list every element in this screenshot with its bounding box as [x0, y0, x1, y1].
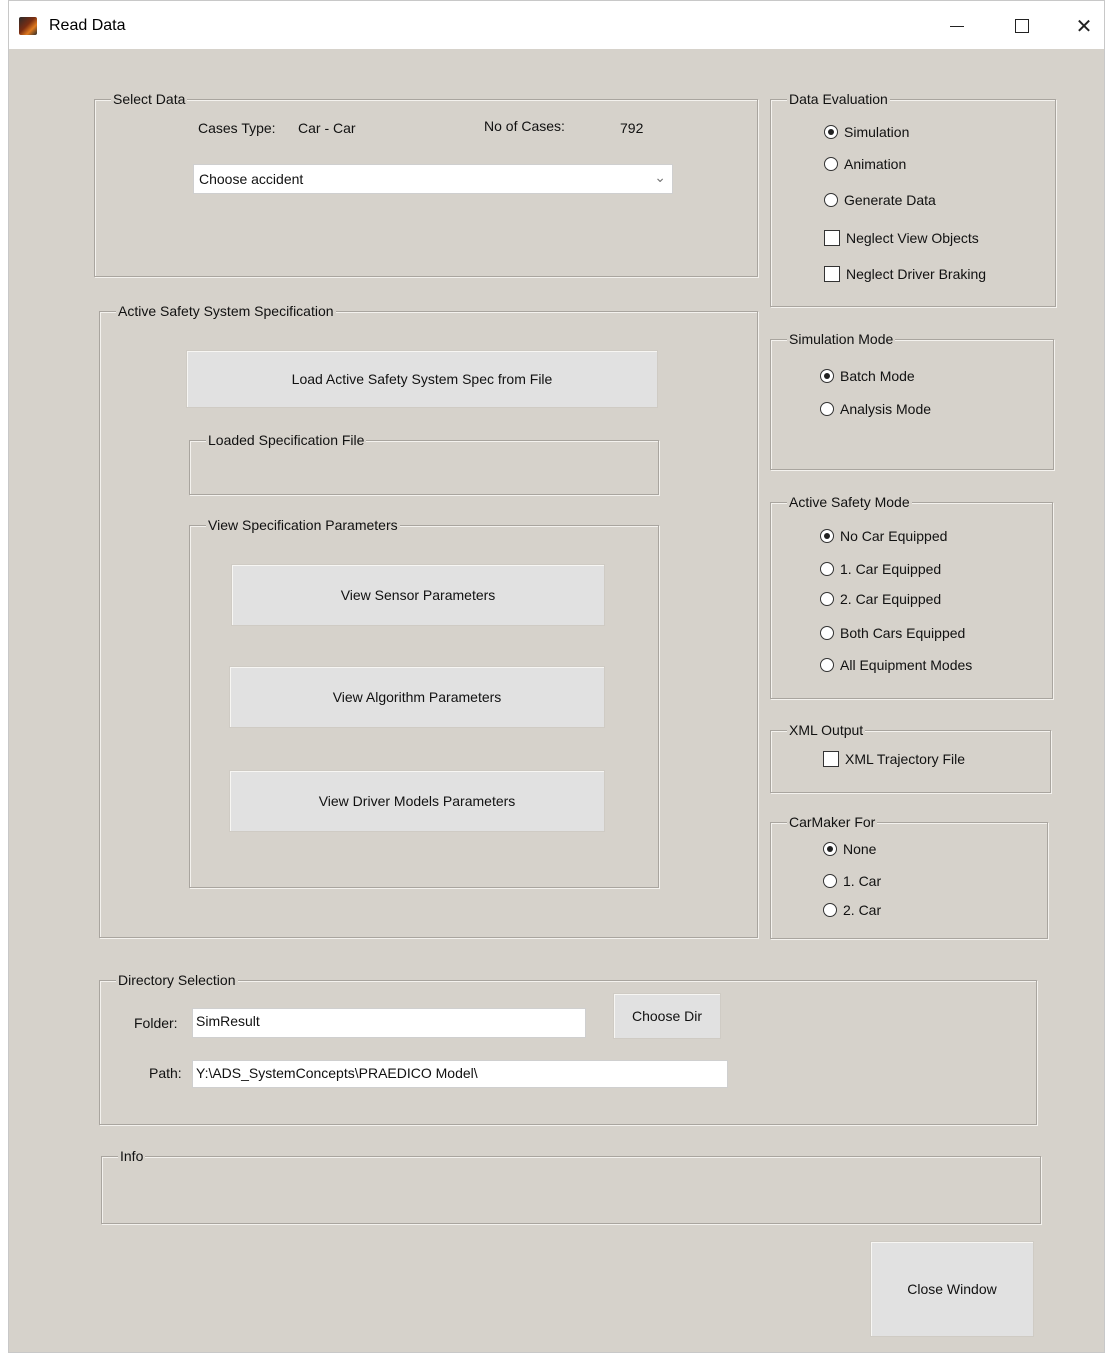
view-driver-params-button[interactable]: View Driver Models Parameters: [229, 770, 605, 832]
path-label: Path:: [149, 1065, 182, 1081]
checkbox-xml-trajectory-file-box[interactable]: [823, 751, 839, 767]
radio-2-car-equipped-label: 2. Car Equipped: [840, 591, 942, 607]
path-input[interactable]: Y:\ADS_SystemConcepts\PRAEDICO Model\: [192, 1060, 728, 1088]
close-window-action-button[interactable]: Close Window: [870, 1241, 1034, 1337]
radio-carmaker-none-dot[interactable]: [823, 842, 837, 856]
xml-output-legend: XML Output: [787, 721, 866, 739]
radio-batch-mode-label: Batch Mode: [840, 368, 915, 384]
active-safety-spec-legend: Active Safety System Specification: [116, 302, 336, 320]
radio-carmaker-1-car-label: 1. Car: [843, 873, 882, 889]
chevron-down-icon: ⌄: [654, 169, 666, 185]
radio-animation[interactable]: Animation: [824, 154, 906, 174]
radio-no-car-equipped-dot[interactable]: [820, 529, 834, 543]
radio-carmaker-2-car-dot[interactable]: [823, 903, 837, 917]
loaded-spec-file-panel: Loaded Specification File: [189, 431, 659, 495]
minimize-button[interactable]: [934, 9, 980, 43]
choose-dir-button[interactable]: Choose Dir: [613, 993, 721, 1039]
radio-animation-label: Animation: [844, 156, 907, 172]
active-safety-mode-panel: Active Safety Mode No Car Equipped 1. Ca…: [770, 493, 1053, 699]
radio-1-car-equipped-label: 1. Car Equipped: [840, 561, 942, 577]
active-safety-mode-legend: Active Safety Mode: [787, 493, 912, 511]
radio-all-equipment-modes[interactable]: All Equipment Modes: [820, 655, 972, 675]
simulation-mode-panel: Simulation Mode Batch Mode Analysis Mode: [770, 330, 1054, 470]
load-spec-button[interactable]: Load Active Safety System Spec from File: [186, 350, 658, 408]
radio-1-car-equipped-dot[interactable]: [820, 562, 834, 576]
radio-both-cars-equipped-label: Both Cars Equipped: [840, 625, 966, 641]
radio-both-cars-equipped-dot[interactable]: [820, 626, 834, 640]
radio-all-equipment-modes-label: All Equipment Modes: [840, 657, 973, 673]
select-data-panel: Select Data Cases Type: Car - Car No of …: [94, 90, 758, 277]
radio-simulation-dot[interactable]: [824, 125, 838, 139]
checkbox-neglect-driver-braking[interactable]: Neglect Driver Braking: [824, 264, 986, 284]
radio-carmaker-none-label: None: [843, 841, 877, 857]
read-data-window: Read Data ✕ Select Data Cases Type: Car …: [8, 0, 1105, 1353]
radio-both-cars-equipped[interactable]: Both Cars Equipped: [820, 623, 965, 643]
info-legend: Info: [118, 1147, 146, 1165]
radio-analysis-mode[interactable]: Analysis Mode: [820, 399, 931, 419]
radio-carmaker-2-car[interactable]: 2. Car: [823, 900, 881, 920]
radio-2-car-equipped-dot[interactable]: [820, 592, 834, 606]
radio-generate-data-dot[interactable]: [824, 193, 838, 207]
checkbox-neglect-view-objects-label: Neglect View Objects: [846, 230, 979, 246]
maximize-icon: [1015, 19, 1029, 33]
checkbox-xml-trajectory-file[interactable]: XML Trajectory File: [823, 749, 965, 769]
title-bar[interactable]: Read Data ✕: [9, 1, 1104, 49]
no-of-cases-label: No of Cases:: [484, 118, 565, 134]
checkbox-neglect-driver-braking-box[interactable]: [824, 266, 840, 282]
minimize-icon: [950, 25, 964, 27]
directory-selection-legend: Directory Selection: [116, 971, 238, 989]
carmaker-panel: CarMaker For None 1. Car 2. Car: [770, 813, 1048, 939]
view-spec-params-panel: View Specification Parameters View Senso…: [189, 516, 659, 888]
checkbox-neglect-driver-braking-label: Neglect Driver Braking: [846, 266, 987, 282]
radio-carmaker-1-car[interactable]: 1. Car: [823, 871, 881, 891]
xml-output-panel: XML Output XML Trajectory File: [770, 721, 1051, 793]
view-sensor-params-button[interactable]: View Sensor Parameters: [231, 564, 605, 626]
cases-type-label: Cases Type:: [198, 120, 276, 136]
radio-simulation[interactable]: Simulation: [824, 122, 909, 142]
no-of-cases-value: 792: [620, 120, 644, 136]
active-safety-spec-panel: Active Safety System Specification Load …: [99, 302, 758, 938]
accident-dropdown-value: Choose accident: [199, 171, 304, 187]
select-data-legend: Select Data: [111, 90, 188, 108]
checkbox-neglect-view-objects-box[interactable]: [824, 230, 840, 246]
window-title: Read Data: [49, 17, 126, 34]
radio-analysis-mode-label: Analysis Mode: [840, 401, 932, 417]
view-spec-params-legend: View Specification Parameters: [206, 516, 400, 534]
checkbox-xml-trajectory-file-label: XML Trajectory File: [845, 751, 966, 767]
carmaker-legend: CarMaker For: [787, 813, 878, 831]
folder-label: Folder:: [134, 1015, 178, 1031]
cases-type-value: Car - Car: [298, 120, 356, 136]
close-icon: ✕: [1075, 15, 1093, 38]
radio-2-car-equipped[interactable]: 2. Car Equipped: [820, 589, 941, 609]
info-panel: Info: [101, 1147, 1041, 1224]
radio-no-car-equipped-label: No Car Equipped: [840, 528, 948, 544]
radio-1-car-equipped[interactable]: 1. Car Equipped: [820, 559, 941, 579]
radio-generate-data[interactable]: Generate Data: [824, 190, 936, 210]
accident-dropdown[interactable]: Choose accident ⌄: [193, 164, 673, 194]
radio-carmaker-2-car-label: 2. Car: [843, 902, 882, 918]
radio-analysis-mode-dot[interactable]: [820, 402, 834, 416]
maximize-button[interactable]: [999, 9, 1045, 43]
data-evaluation-legend: Data Evaluation: [787, 90, 890, 108]
radio-animation-dot[interactable]: [824, 157, 838, 171]
view-algorithm-params-button[interactable]: View Algorithm Parameters: [229, 666, 605, 728]
simulation-mode-legend: Simulation Mode: [787, 330, 896, 348]
radio-carmaker-1-car-dot[interactable]: [823, 874, 837, 888]
radio-all-equipment-modes-dot[interactable]: [820, 658, 834, 672]
radio-batch-mode-dot[interactable]: [820, 369, 834, 383]
radio-no-car-equipped[interactable]: No Car Equipped: [820, 526, 947, 546]
radio-batch-mode[interactable]: Batch Mode: [820, 366, 915, 386]
data-evaluation-panel: Data Evaluation Simulation Animation Gen…: [770, 90, 1056, 307]
radio-simulation-label: Simulation: [844, 124, 910, 140]
radio-carmaker-none[interactable]: None: [823, 839, 876, 859]
matlab-icon: [19, 17, 37, 35]
close-window-button[interactable]: ✕: [1061, 9, 1107, 43]
loaded-spec-file-legend: Loaded Specification File: [206, 431, 367, 449]
directory-selection-panel: Directory Selection Folder: SimResult Ch…: [99, 971, 1037, 1125]
folder-input[interactable]: SimResult: [192, 1008, 586, 1038]
checkbox-neglect-view-objects[interactable]: Neglect View Objects: [824, 228, 979, 248]
radio-generate-data-label: Generate Data: [844, 192, 936, 208]
